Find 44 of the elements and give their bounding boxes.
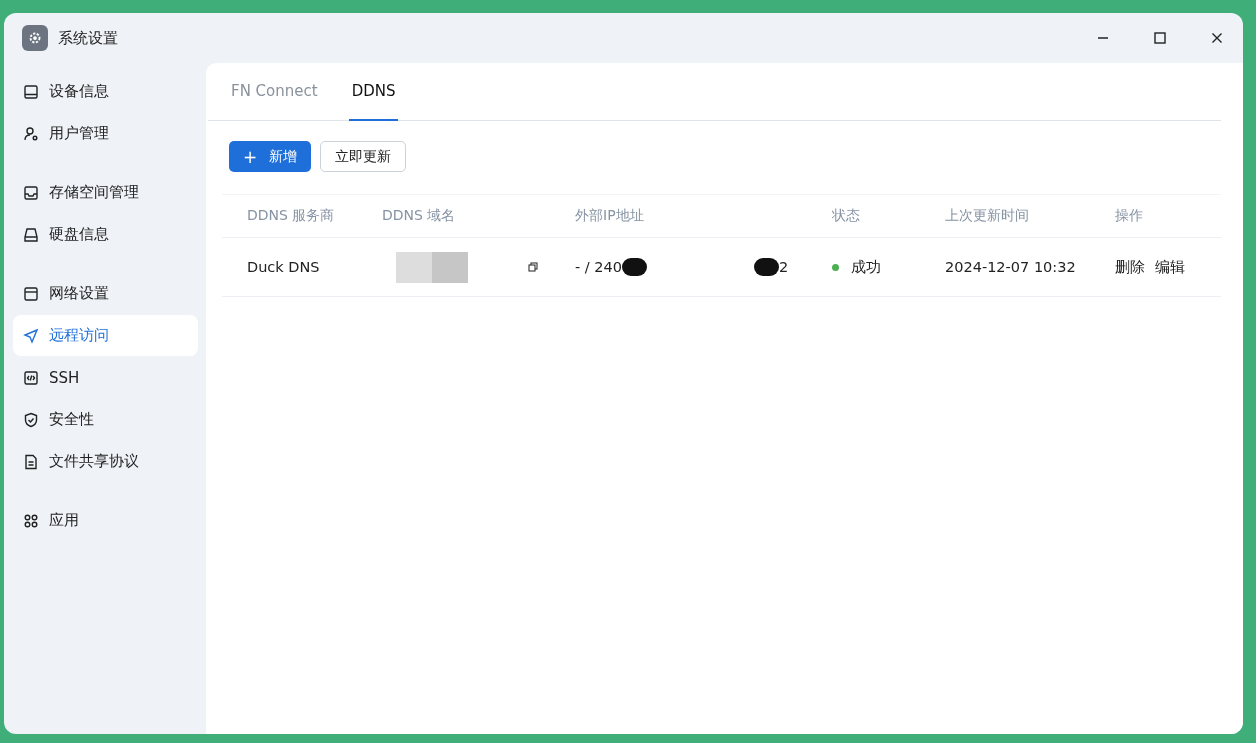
redaction-block — [622, 258, 647, 276]
sidebar-item[interactable]: SSH — [13, 357, 198, 398]
column-header: DDNS 服务商 — [247, 207, 335, 223]
drive-icon — [23, 226, 39, 243]
redaction-block — [396, 251, 468, 283]
code-icon — [23, 369, 39, 386]
sidebar-item[interactable]: 应用 — [13, 500, 198, 541]
sidebar-item[interactable]: 设备信息 — [13, 71, 198, 112]
column-header: DDNS 域名 — [382, 207, 456, 223]
table-cell: 成功 — [851, 257, 881, 277]
window-icon — [23, 285, 39, 302]
table-cell: 2024-12-07 10:32 — [945, 259, 1076, 275]
table-cell: 2 — [779, 259, 789, 275]
maximize-icon[interactable] — [1154, 32, 1166, 44]
sidebar-item[interactable]: 安全性 — [13, 399, 198, 440]
add-button[interactable]: + 新增 — [229, 141, 312, 172]
action-link[interactable]: 删除 — [1115, 257, 1145, 277]
tab[interactable]: DDNS — [348, 63, 399, 121]
send-icon — [23, 327, 39, 344]
close-icon[interactable] — [1211, 32, 1223, 44]
column-header: 操作 — [1115, 207, 1143, 223]
sidebar-item[interactable]: 存储空间管理 — [13, 172, 198, 213]
sidebar-item[interactable]: 远程访问 — [13, 315, 198, 356]
inbox-icon — [23, 184, 39, 201]
copy-icon[interactable] — [528, 262, 538, 272]
document-icon — [23, 453, 39, 470]
sidebar-item[interactable]: 文件共享协议 — [13, 441, 198, 482]
redaction-block — [754, 258, 779, 276]
sidebar-item[interactable]: 用户管理 — [13, 113, 198, 154]
table-cell: - / 240 — [575, 259, 622, 275]
window-title: 系统设置 — [58, 28, 118, 48]
table-cell: Duck DNS — [247, 259, 320, 275]
user-gear-icon — [23, 125, 39, 142]
sidebar-item[interactable]: 网络设置 — [13, 273, 198, 314]
sidebar-item[interactable]: 硬盘信息 — [13, 214, 198, 255]
update-now-button[interactable]: 立即更新 — [320, 141, 407, 172]
column-header: 外部IP地址 — [575, 207, 644, 223]
grid-icon — [23, 512, 39, 529]
shield-check-icon — [23, 411, 39, 428]
column-header: 状态 — [832, 207, 860, 223]
column-header: 上次更新时间 — [945, 207, 1029, 223]
action-link[interactable]: 编辑 — [1155, 257, 1185, 277]
monitor-icon — [23, 83, 39, 100]
gear-icon — [22, 25, 48, 51]
